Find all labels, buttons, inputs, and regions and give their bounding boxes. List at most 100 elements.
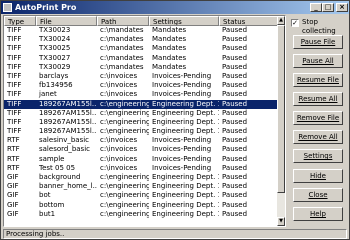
table-cell: Paused xyxy=(222,209,248,218)
table-cell: c:\mandates xyxy=(100,53,144,62)
table-cell: c:\engineering xyxy=(100,99,149,108)
table-row[interactable]: TIFF janet c:\invoices Invoices-Pending Paus… xyxy=(4,90,279,99)
table-cell: Paused xyxy=(222,117,248,126)
table-cell: Paused xyxy=(222,200,248,209)
stop-collecting-checkbox[interactable]: ✓ xyxy=(291,19,299,27)
table-row[interactable]: TIFF 189267AM155l... c:\engineering Enginee… xyxy=(4,118,279,127)
table-cell: Paused xyxy=(222,90,248,99)
table-cell: bot xyxy=(39,191,51,200)
table-cell: Engineering Dept. 1 xyxy=(152,117,219,126)
table-row[interactable]: TIFF 189267AM155l... c:\engineering Enginee… xyxy=(4,109,279,118)
table-cell: TIFF xyxy=(7,81,22,90)
table-row[interactable]: RTF Test 05 05 c:\invoices Invoices-Pending… xyxy=(4,164,279,173)
table-row[interactable]: TIFF TX30023 c:\mandates Mandates Paused xyxy=(4,26,279,35)
table-cell: Paused xyxy=(222,62,248,71)
table-cell: Engineering Dept. 1 xyxy=(152,209,219,218)
list-header: Type File Path Settings Status xyxy=(4,16,279,26)
scroll-up-icon[interactable]: ▲ xyxy=(277,16,285,25)
pause-file-button[interactable]: Pause File xyxy=(293,35,343,49)
table-cell: TIFF xyxy=(7,26,22,34)
table-row[interactable]: TIFF 189267AM155l... c:\engineering Enginee… xyxy=(4,99,279,109)
table-row[interactable]: TIFF TX30027 c:\mandates Mandates Paused xyxy=(4,54,279,63)
table-cell: TIFF xyxy=(7,71,22,80)
table-cell: 189267AM155l... xyxy=(39,117,97,126)
close-window-button[interactable]: × xyxy=(336,3,348,12)
table-cell: Paused xyxy=(222,108,248,117)
table-cell: c:\engineering xyxy=(100,127,149,136)
remove-file-button[interactable]: Remove File xyxy=(293,111,343,125)
table-row[interactable]: TIFF barclays c:\invoices Invoices-Pending P… xyxy=(4,72,279,81)
table-cell: RTF xyxy=(7,163,20,172)
table-cell: c:\invoices xyxy=(100,136,138,145)
print-queue-list[interactable]: Type File Path Settings Status TIFF TX300… xyxy=(3,15,286,227)
table-cell: TIFF xyxy=(7,108,22,117)
table-cell: Paused xyxy=(222,35,248,44)
table-cell: c:\engineering xyxy=(100,117,149,126)
minimize-button[interactable]: _ xyxy=(310,3,322,12)
table-cell: TIFF xyxy=(7,53,22,62)
table-cell: Invoices-Pending xyxy=(152,81,212,90)
scroll-down-icon[interactable]: ▼ xyxy=(277,217,285,226)
resume-all-button[interactable]: Resume All xyxy=(293,92,343,106)
table-row[interactable]: TIFF 189267AM155l... c:\engineering Enginee… xyxy=(4,127,279,136)
table-cell: Paused xyxy=(222,53,248,62)
table-cell: c:\mandates xyxy=(100,35,144,44)
table-cell: c:\mandates xyxy=(100,62,144,71)
table-cell: Paused xyxy=(222,81,248,90)
column-header-path[interactable]: Path xyxy=(97,16,149,26)
settings-button[interactable]: Settings xyxy=(293,149,343,163)
vertical-scrollbar[interactable]: ▲ ▼ xyxy=(277,16,285,226)
status-bar: Processing jobs.. xyxy=(3,229,347,239)
table-row[interactable]: GIF background c:\engineering Engineering D… xyxy=(4,173,279,182)
window-title: AutoPrint Pro xyxy=(15,3,77,12)
table-cell: salesinv_basic xyxy=(39,136,90,145)
table-cell: Invoices-Pending xyxy=(152,154,212,163)
column-header-status[interactable]: Status xyxy=(219,16,279,26)
table-cell: Mandates xyxy=(152,62,187,71)
table-cell: Paused xyxy=(222,154,248,163)
table-row[interactable]: GIF bot c:\engineering Engineering Dept. 1P… xyxy=(4,191,279,200)
column-header-settings[interactable]: Settings xyxy=(149,16,219,26)
table-row[interactable]: TIFF fb134956 c:\invoices Invoices-Pending P… xyxy=(4,81,279,90)
table-cell: Paused xyxy=(222,145,248,154)
resume-file-button[interactable]: Resume File xyxy=(293,73,343,87)
table-cell: GIF xyxy=(7,200,19,209)
table-cell: Engineering Dept. 1 xyxy=(152,108,219,117)
column-header-type[interactable]: Type xyxy=(4,16,36,26)
table-cell: Mandates xyxy=(152,35,187,44)
table-row[interactable]: TIFF TX30029 c:\mandates Mandates Paused xyxy=(4,63,279,72)
table-row[interactable]: GIF bottom c:\engineering Engineering Dept.… xyxy=(4,201,279,210)
table-cell: Mandates xyxy=(152,44,187,53)
table-cell: Paused xyxy=(222,173,248,181)
remove-all-button[interactable]: Remove All xyxy=(293,130,343,144)
column-header-file[interactable]: File xyxy=(36,16,97,26)
table-cell: bottom xyxy=(39,200,65,209)
table-row[interactable]: GIF but1 c:\engineering Engineering Dept. 1… xyxy=(4,210,279,219)
table-cell: TX30024 xyxy=(39,35,71,44)
table-cell: c:\engineering xyxy=(100,182,149,191)
table-cell: fb134956 xyxy=(39,81,73,90)
table-row[interactable]: GIF banner_home_l... c:\engineering Enginee… xyxy=(4,182,279,191)
table-cell: Paused xyxy=(222,136,248,145)
table-cell: c:\engineering xyxy=(100,173,149,181)
list-rows: TIFF TX30023 c:\mandates Mandates Paused TIFF… xyxy=(4,26,279,219)
hide-button[interactable]: Hide xyxy=(293,169,343,183)
table-row[interactable]: RTF salesord_basic c:\invoices Invoices-Pen… xyxy=(4,145,279,154)
close-button[interactable]: Close xyxy=(293,188,343,202)
help-button[interactable]: Help xyxy=(293,207,343,221)
pause-all-button[interactable]: Pause All xyxy=(293,54,343,68)
table-cell: GIF xyxy=(7,173,19,181)
table-row[interactable]: TIFF TX30024 c:\mandates Mandates Paused xyxy=(4,35,279,44)
table-cell: c:\engineering xyxy=(100,191,149,200)
table-cell: TX30027 xyxy=(39,53,71,62)
scroll-thumb[interactable] xyxy=(277,25,285,193)
maximize-button[interactable]: □ xyxy=(322,3,334,12)
table-row[interactable]: RTF salesinv_basic c:\invoices Invoices-Pen… xyxy=(4,136,279,145)
table-cell: Invoices-Pending xyxy=(152,90,212,99)
table-cell: 189267AM155l... xyxy=(39,99,97,108)
table-cell: but1 xyxy=(39,209,56,218)
title-bar[interactable]: AutoPrint Pro _ □ × xyxy=(1,1,349,14)
table-cell: Mandates xyxy=(152,26,187,34)
table-row[interactable]: RTF sample c:\invoices Invoices-Pending Paus… xyxy=(4,155,279,164)
table-row[interactable]: TIFF TX30025 c:\mandates Mandates Paused xyxy=(4,44,279,53)
